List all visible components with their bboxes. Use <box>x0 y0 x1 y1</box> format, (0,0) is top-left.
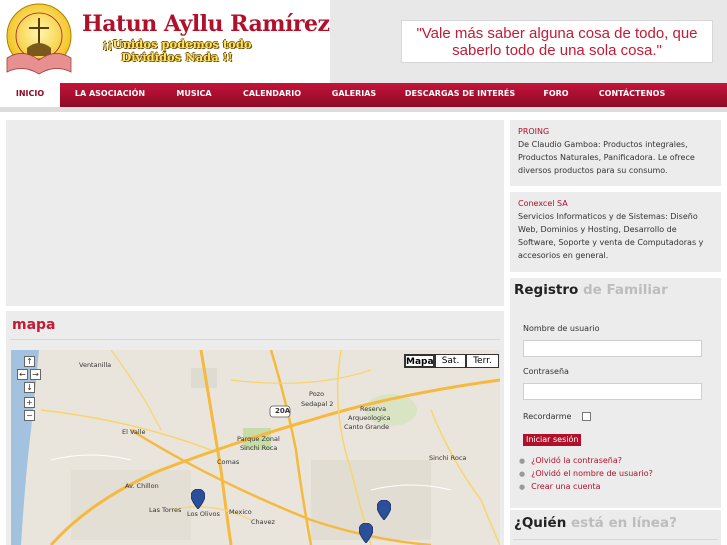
page: Hatun Ayllu Ramírez ¡¡Unidos podemos tod… <box>0 0 727 545</box>
map-label-av-chillon: Av. Chillon <box>125 482 159 490</box>
map-label-las-torres: Las Torres <box>149 506 182 514</box>
bullet-icon: ● <box>519 470 526 478</box>
map-road-shield: 20A <box>275 407 291 415</box>
password-input[interactable] <box>523 383 702 400</box>
map-type-satellite-button[interactable]: Sat. <box>435 354 466 368</box>
nav-item-contactenos[interactable]: CONTÁCTENOS <box>586 83 678 107</box>
nav-item-foro[interactable]: FORO <box>528 83 584 107</box>
nav-item-musica[interactable]: MUSICA <box>160 83 228 107</box>
promo-text-line: Web, Dominios y Hosting, Desarrollo de <box>518 225 677 234</box>
pan-up-icon[interactable]: ↑ <box>24 356 35 367</box>
map-label-sinchi-roca: Sinchi Roca <box>429 454 467 462</box>
quote-line-1: "Vale más saber alguna cosa de todo, que <box>416 25 698 42</box>
site-slogan: ¡¡Unidos podemos todo Divididos Nada !! <box>92 38 262 64</box>
username-input[interactable] <box>523 340 702 357</box>
promo-text-line: diversos productos para su consumo. <box>518 166 668 175</box>
map-type-map-button[interactable]: Mapa <box>404 354 435 368</box>
map-label-chavez: Chavez <box>251 518 275 526</box>
map-label-parque-zonal: Parque Zonal <box>237 435 280 443</box>
quote-line-2: saberlo todo de una sola cosa." <box>452 42 662 59</box>
map-pin-icon[interactable] <box>359 523 373 543</box>
forgot-username-link[interactable]: ● ¿Olvidó el nombre de usuario? <box>519 469 653 478</box>
nav-item-descargas[interactable]: DESCARGAS DE INTERÉS <box>394 83 526 107</box>
whos-online-heading-sub: está en línea? <box>571 515 677 531</box>
username-label: Nombre de usuario <box>523 324 600 333</box>
remember-checkbox[interactable] <box>582 412 591 421</box>
bullet-icon: ● <box>519 483 526 491</box>
header: Hatun Ayllu Ramírez ¡¡Unidos podemos tod… <box>0 0 727 83</box>
site-logo[interactable] <box>3 2 75 78</box>
map-label-el-valle: El Valle <box>122 428 146 436</box>
nav-item-calendario[interactable]: CALENDARIO <box>230 83 314 107</box>
nav-item-la-asociacion[interactable]: LA ASOCIACIÓN <box>62 83 158 107</box>
slogan-line-2: Divididos Nada !! <box>121 50 233 64</box>
login-heading-main: Registro <box>514 282 579 298</box>
promo-text-line: De Claudio Gamboa: Productos integrales, <box>518 140 688 149</box>
map-label-sedapal: Sedapal 2 <box>301 400 334 408</box>
map-type-terrain-button[interactable]: Terr. <box>466 354 499 368</box>
promo-text-line: Servicios Informaticos y de Sistemas: Di… <box>518 212 698 221</box>
map-label-ventanilla: Ventanilla <box>79 361 112 369</box>
promo-proing: PROING De Claudio Gamboa: Productos inte… <box>510 120 721 186</box>
promo-text-line: accesorios en general. <box>518 251 609 260</box>
main-nav: INICIO LA ASOCIACIÓN MUSICA CALENDARIO G… <box>0 83 727 107</box>
map-label-reserva: Reserva <box>360 405 387 413</box>
zoom-out-icon[interactable]: − <box>24 410 35 421</box>
quote-box: "Vale más saber alguna cosa de todo, que… <box>401 20 713 63</box>
map-pin-icon[interactable] <box>377 500 391 520</box>
promo-title[interactable]: Conexcel SA <box>518 198 713 210</box>
map-label-arqueologica: Arqueologica <box>348 414 391 422</box>
pan-down-icon[interactable]: ↓ <box>24 382 35 393</box>
nav-divider <box>0 107 727 112</box>
nav-item-galerias[interactable]: GALERIAS <box>316 83 392 107</box>
remember-label: Recordarme <box>523 412 572 421</box>
login-heading: Registro de Familiar <box>514 282 668 298</box>
whos-online-heading-main: ¿Quién <box>514 515 567 531</box>
map-module: mapa 20A Ventanilla Pozo Sedapal 2 Reser… <box>6 311 504 545</box>
create-account-link[interactable]: ● Crear una cuenta <box>519 482 601 491</box>
google-map[interactable]: 20A Ventanilla Pozo Sedapal 2 Reserva Ar… <box>11 350 500 545</box>
map-label-comas: Comas <box>217 458 240 466</box>
login-module: Registro de Familiar Nombre de usuario C… <box>510 278 721 508</box>
pan-left-icon[interactable]: ← <box>17 369 28 380</box>
map-title-divider <box>10 339 500 340</box>
whos-online-module: ¿Quién está en línea? <box>510 510 721 545</box>
whos-online-heading: ¿Quién está en línea? <box>514 515 677 531</box>
password-label: Contraseña <box>523 367 569 376</box>
whos-online-divider <box>513 539 718 540</box>
create-account-label: Crear una cuenta <box>531 482 601 491</box>
forgot-password-link[interactable]: ● ¿Olvidó la contraseña? <box>519 456 622 465</box>
promo-text-line: Software, Soporte y venta de Computadora… <box>518 238 704 247</box>
map-pin-icon[interactable] <box>191 489 205 509</box>
banner-area <box>6 120 504 306</box>
zoom-in-icon[interactable]: + <box>24 397 35 408</box>
map-label-pozo: Pozo <box>309 390 325 398</box>
pan-right-icon[interactable]: → <box>30 369 41 380</box>
map-label-los-olivos: Los Olivos <box>187 510 220 518</box>
forgot-password-label: ¿Olvidó la contraseña? <box>531 456 623 465</box>
map-title: mapa <box>12 317 56 333</box>
map-label-sinchi-roca-park: Sinchi Roca <box>240 444 278 452</box>
bullet-icon: ● <box>519 457 526 465</box>
site-title[interactable]: Hatun Ayllu Ramírez <box>82 11 330 37</box>
map-label-mexico: Mexico <box>229 508 252 516</box>
promo-text-line: Productos Naturales, Panificadora. Le of… <box>518 153 695 162</box>
map-label-canto-grande: Canto Grande <box>344 423 390 431</box>
promo-title[interactable]: PROING <box>518 126 713 138</box>
forgot-username-label: ¿Olvidó el nombre de usuario? <box>531 469 653 478</box>
promo-conexcel: Conexcel SA Servicios Informaticos y de … <box>510 192 721 272</box>
login-heading-sub: de Familiar <box>582 282 668 298</box>
nav-item-inicio[interactable]: INICIO <box>0 83 60 107</box>
login-button[interactable]: Iniciar sesión <box>523 434 582 446</box>
